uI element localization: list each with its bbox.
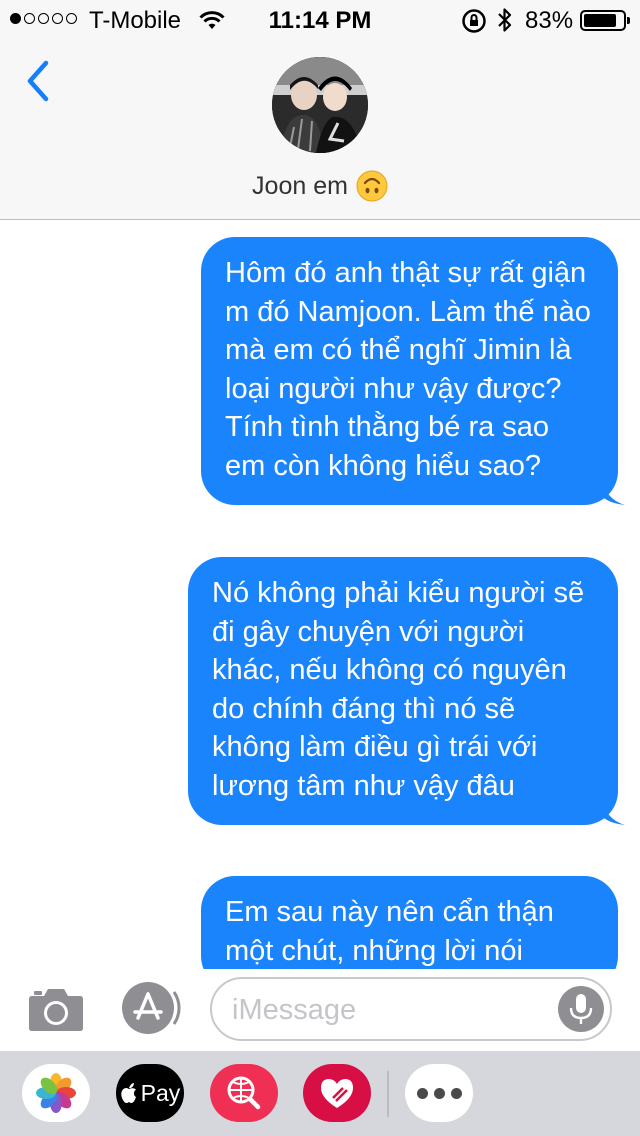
globe-search-icon [227, 1076, 261, 1110]
message-text: Nó không phải kiểu người sẽ đi gây chuyệ… [212, 577, 585, 802]
bubble-tail [601, 477, 625, 505]
apple-pay-label: Pay [140, 1079, 181, 1106]
message-text: Em sau này nên cẩn thận một chút, những … [225, 896, 554, 967]
sent-message-bubble[interactable]: Nó không phải kiểu người sẽ đi gây chuyệ… [188, 557, 625, 825]
battery-percentage: 83% [525, 7, 574, 34]
bluetooth-icon [498, 8, 512, 32]
back-button[interactable] [22, 58, 62, 104]
conversation-header: Joon em [0, 40, 640, 220]
upside-down-face-emoji-icon [356, 170, 388, 202]
messages-screen: T-Mobile 11:14 PM 83% Joon em Hôm đó anh… [0, 0, 640, 1136]
drawer-divider [387, 1071, 389, 1117]
contact-avatar[interactable] [272, 57, 368, 153]
imessage-app-drawer: Pay [0, 1051, 640, 1136]
imessage-input[interactable] [232, 993, 562, 1027]
battery-level-fill [584, 14, 616, 27]
sent-message-bubble[interactable]: Em sau này nên cẩn thận một chút, những … [201, 876, 618, 969]
microphone-icon [569, 994, 593, 1024]
more-dot [433, 1087, 445, 1099]
compose-bar [0, 969, 640, 1051]
heart-icon [321, 1079, 353, 1108]
message-text: Hôm đó anh thật sự rất giận m đó Namjoon… [225, 257, 591, 482]
photos-app-icon [36, 1073, 76, 1113]
rotation-lock-icon [462, 9, 486, 33]
more-dot [450, 1087, 462, 1099]
status-bar: T-Mobile 11:14 PM 83% [0, 0, 640, 40]
more-apps-button[interactable] [405, 1064, 473, 1122]
battery-icon [580, 10, 630, 31]
apple-logo-icon [120, 1083, 136, 1103]
apple-pay-app-button[interactable]: Pay [116, 1064, 184, 1122]
camera-button[interactable] [28, 984, 84, 1032]
search-images-app-button[interactable] [210, 1064, 278, 1122]
bubble-tail [601, 797, 625, 825]
dictation-button[interactable] [558, 986, 604, 1032]
contact-name-row[interactable]: Joon em [0, 170, 640, 202]
chevron-left-icon [27, 60, 49, 102]
digital-touch-app-button[interactable] [303, 1064, 371, 1122]
camera-icon [29, 989, 83, 1031]
app-store-button[interactable] [120, 980, 182, 1036]
more-dot [416, 1087, 428, 1099]
sent-message-bubble[interactable]: Hôm đó anh thật sự rất giận m đó Namjoon… [201, 237, 625, 505]
imessage-field[interactable] [210, 977, 612, 1041]
contact-name: Joon em [252, 171, 348, 200]
photos-app-button[interactable] [22, 1064, 90, 1122]
message-thread[interactable]: Hôm đó anh thật sự rất giận m đó Namjoon… [0, 221, 640, 969]
app-store-icon [122, 982, 181, 1034]
